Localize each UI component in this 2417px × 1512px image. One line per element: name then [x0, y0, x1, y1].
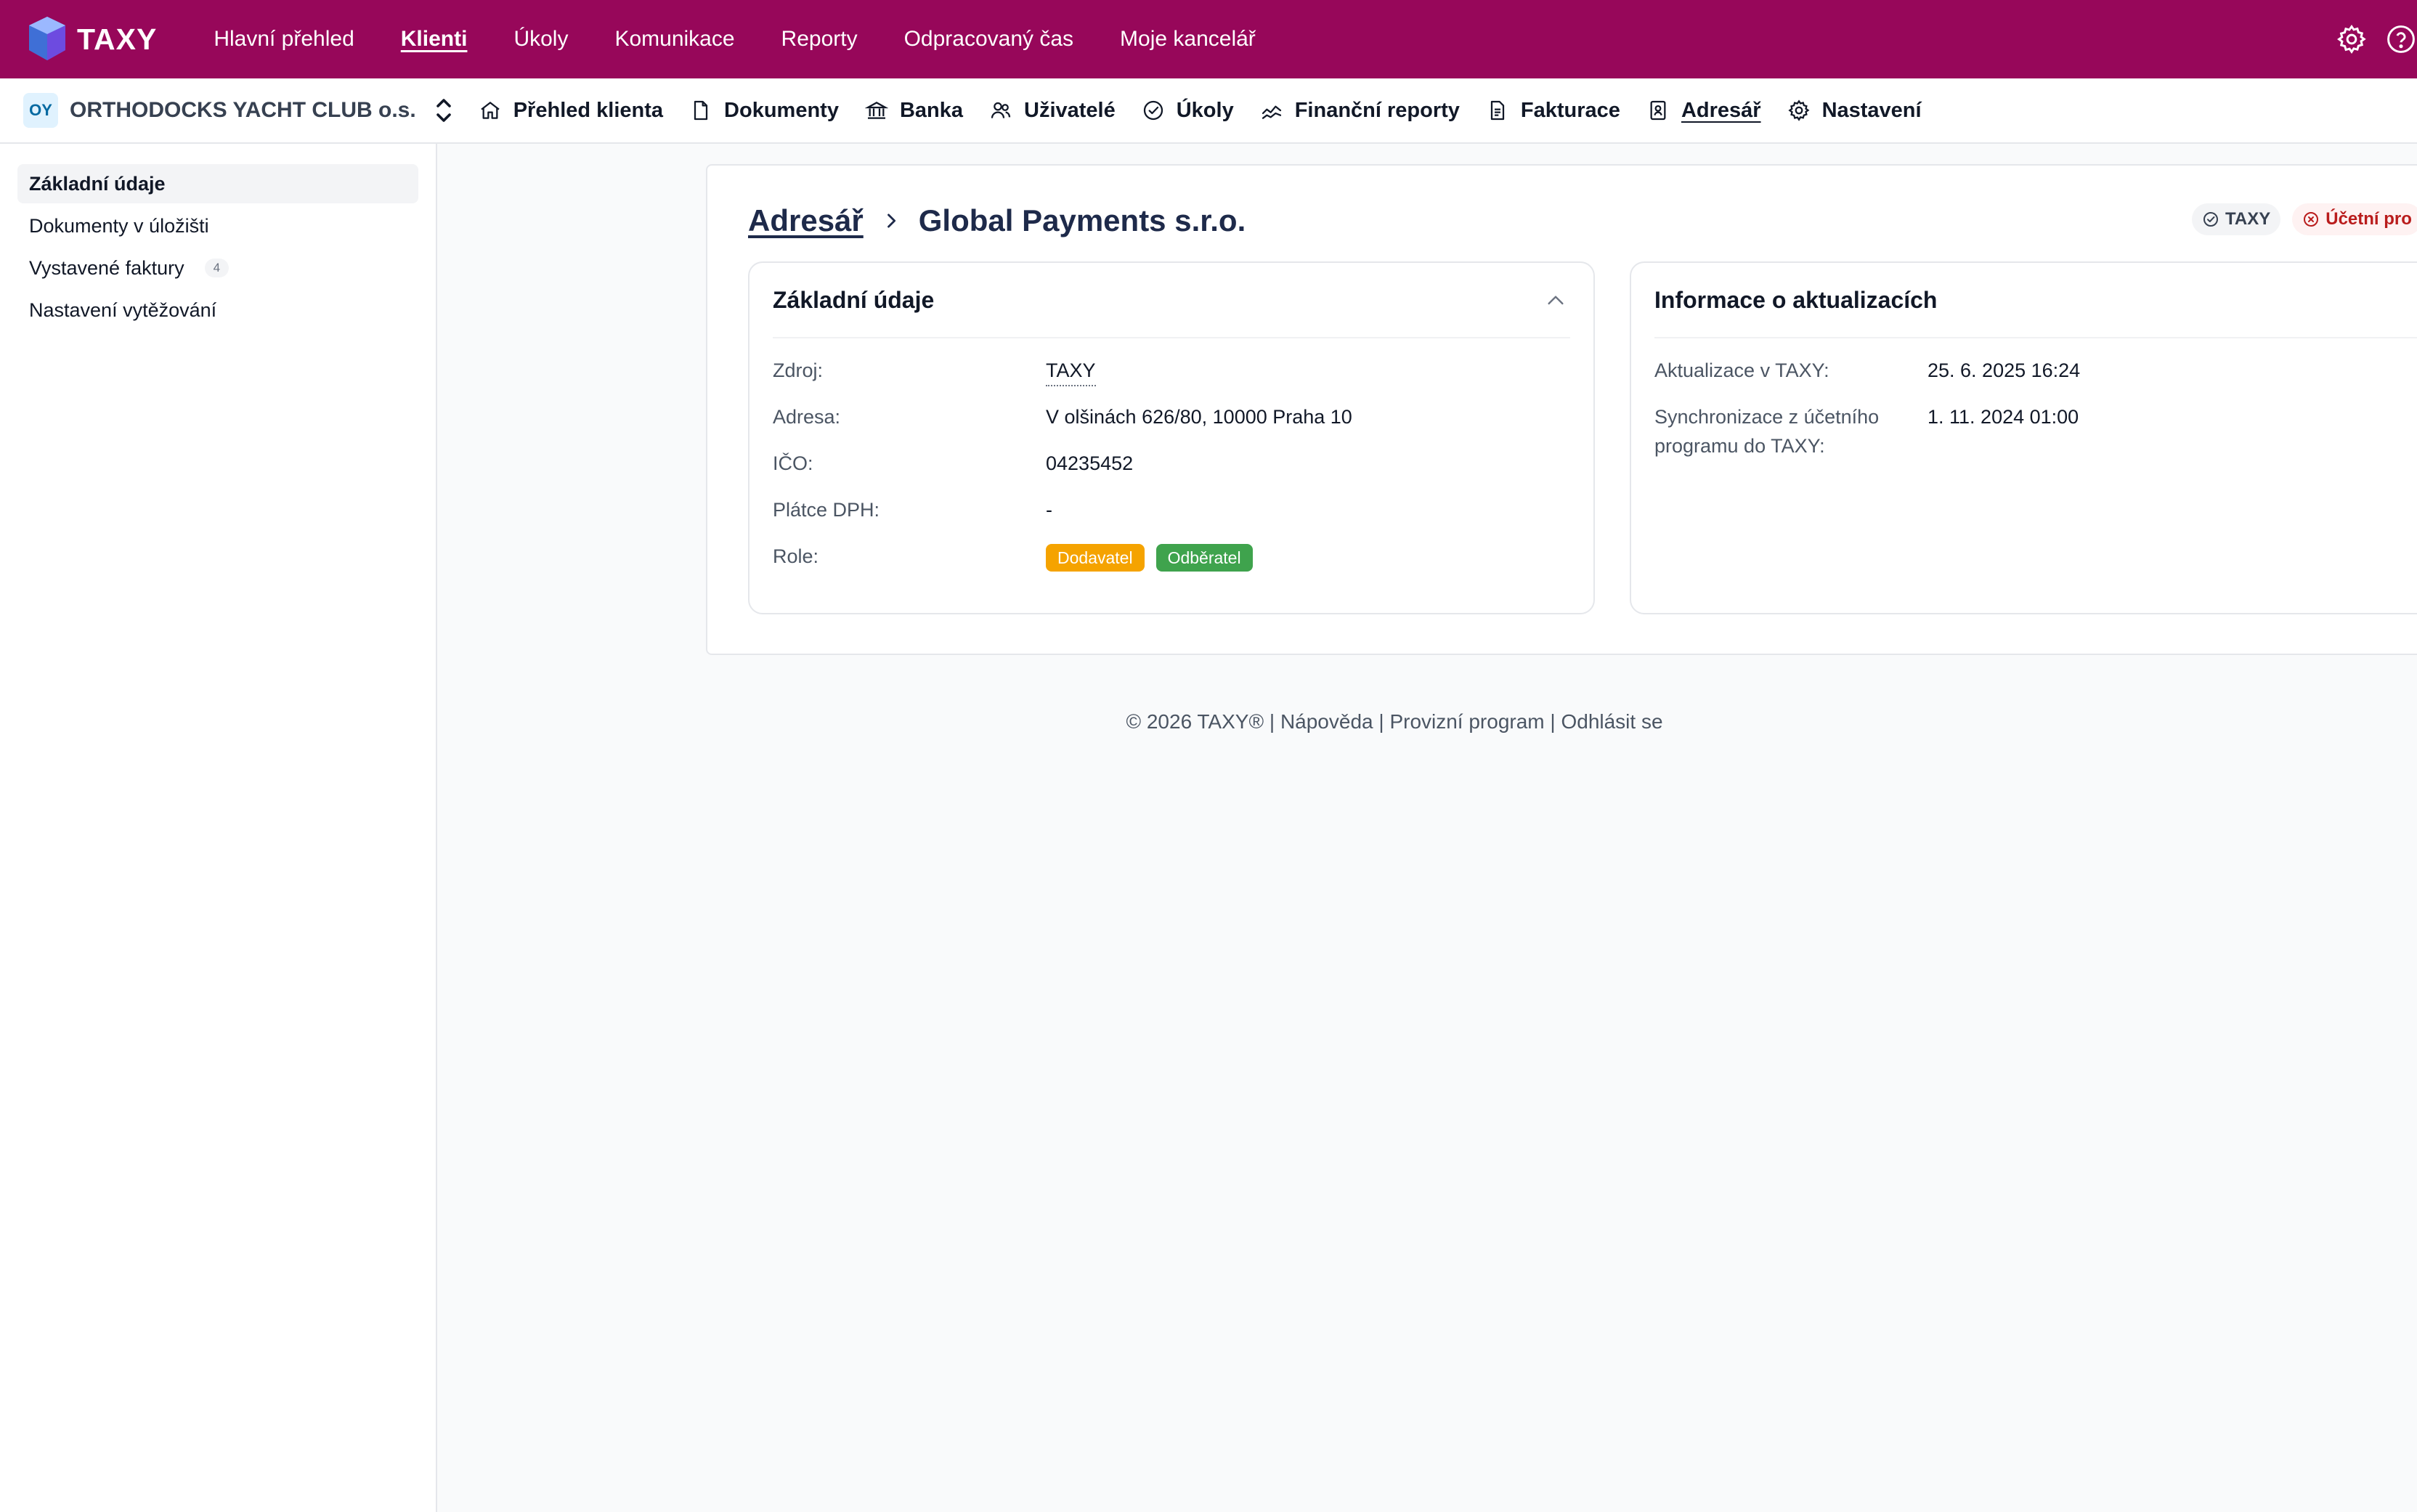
breadcrumb: Adresář Global Payments s.r.o. — [748, 200, 1246, 241]
contact-sidebar: Základní údaje Dokumenty v úložišti Vyst… — [0, 144, 437, 1512]
footer-separator: | — [1373, 710, 1390, 733]
brand-name: TAXY — [77, 22, 158, 56]
settings-gear-icon[interactable] — [2336, 23, 2368, 55]
taxy-logo-icon — [29, 17, 65, 60]
home-icon — [481, 102, 500, 119]
chevron-up-icon[interactable] — [1544, 289, 1567, 312]
sidebar-item-issued-invoices[interactable]: Vystavené faktury 4 — [17, 248, 418, 288]
client-navigation-bar: OY ORTHODOCKS YACHT CLUB o.s. Přehled kl… — [0, 78, 2417, 144]
issued-invoices-count-badge: 4 — [204, 259, 229, 277]
main-nav: Hlavní přehled Klienti Úkoly Komunikace … — [214, 0, 1302, 78]
update-info-panel: Informace o aktualizacích Aktualizace v … — [1630, 261, 2417, 614]
contact-book-icon — [1650, 100, 1666, 121]
chart-line-icon — [1262, 105, 1281, 119]
sync-value: 1. 11. 2024 01:00 — [1927, 406, 2079, 428]
main-nav-worked-time[interactable]: Odpracovaný čas — [904, 27, 1073, 52]
main-nav-tasks[interactable]: Úkoly — [513, 27, 568, 52]
footer-help-link[interactable]: Nápověda — [1280, 710, 1373, 733]
subnav-bank[interactable]: Banka — [864, 99, 963, 123]
footer-separator: | — [1544, 710, 1561, 733]
sync-status-badges: TAXY Účetní pro — [2192, 203, 2417, 235]
basic-info-panel: Základní údaje Zdroj: TAXY Adresa: V olš… — [748, 261, 1595, 614]
invoice-icon — [1490, 100, 1505, 121]
address-value: V olšinách 626/80, 10000 Praha 10 — [1046, 406, 1352, 428]
sidebar-item-stored-documents[interactable]: Dokumenty v úložišti — [17, 206, 418, 245]
subnav-users[interactable]: Uživatelé — [989, 99, 1116, 123]
subnav-financial-reports[interactable]: Finanční reporty — [1260, 99, 1460, 123]
role-tag-supplier: Dodavatel — [1046, 543, 1145, 572]
gear-icon — [1787, 99, 1810, 121]
source-value[interactable]: TAXY — [1046, 356, 1096, 386]
top-right-actions — [2318, 0, 2417, 78]
role-tags: Dodavatel Odběratel — [1046, 542, 1264, 572]
ico-value: 04235452 — [1046, 452, 1134, 474]
footer-logout-link[interactable]: Odhlásit se — [1561, 710, 1662, 733]
bank-icon — [864, 102, 888, 119]
x-circle-icon — [2304, 212, 2319, 227]
page-title: Global Payments s.r.o. — [918, 203, 1246, 237]
chevron-right-icon — [887, 214, 895, 228]
subnav-tasks[interactable]: Úkoly — [1142, 99, 1234, 123]
update-info-title: Informace o aktualizacích — [1654, 286, 1938, 313]
main-nav-dashboard[interactable]: Hlavní přehled — [214, 27, 354, 52]
taxy-update-value: 25. 6. 2025 16:24 — [1927, 359, 2081, 381]
main-nav-clients[interactable]: Klienti — [401, 27, 468, 52]
subnav-client-overview[interactable]: Přehled klienta — [479, 99, 663, 123]
vat-payer-value: - — [1046, 499, 1052, 521]
users-icon — [991, 102, 1011, 118]
brand[interactable]: TAXY — [26, 0, 157, 78]
basic-info-header: Základní údaje — [773, 263, 1570, 338]
chevron-up-down-icon — [436, 99, 451, 122]
update-info-header: Informace o aktualizacích — [1654, 263, 2417, 338]
subnav-invoicing[interactable]: Fakturace — [1486, 99, 1620, 123]
contact-detail-card: Adresář Global Payments s.r.o. TAXY Účet… — [706, 164, 2417, 655]
client-switcher[interactable]: OY ORTHODOCKS YACHT CLUB o.s. — [23, 78, 454, 143]
main-nav-reports[interactable]: Reporty — [781, 27, 858, 52]
sidebar-item-extraction-settings[interactable]: Nastavení vytěžování — [17, 290, 418, 330]
check-circle-icon — [1143, 100, 1163, 121]
footer-separator: | — [1264, 710, 1280, 733]
status-badge-accounting: Účetní pro — [2292, 203, 2417, 235]
subnav-address-book[interactable]: Adresář — [1646, 99, 1761, 123]
client-initials-badge: OY — [23, 93, 58, 128]
footer-copyright: © 2026 TAXY® — [1126, 710, 1264, 733]
breadcrumb-address-book-link[interactable]: Adresář — [748, 203, 864, 238]
client-name: ORTHODOCKS YACHT CLUB o.s. — [70, 98, 416, 122]
help-icon[interactable] — [2385, 23, 2417, 55]
main-nav-communication[interactable]: Komunikace — [614, 27, 734, 52]
check-circle-icon — [2203, 212, 2218, 227]
footer: © 2026 TAXY® | Nápověda | Provizní progr… — [944, 710, 1845, 733]
client-subnav: Přehled klienta Dokumenty Banka Uživatel… — [479, 78, 1948, 143]
sidebar-item-basic-info[interactable]: Základní údaje — [17, 164, 418, 203]
top-navigation-bar: TAXY Hlavní přehled Klienti Úkoly Komuni… — [0, 0, 2417, 78]
subnav-documents[interactable]: Dokumenty — [689, 99, 839, 123]
document-icon — [694, 100, 708, 121]
main-nav-my-office[interactable]: Moje kancelář — [1120, 27, 1256, 52]
status-badge-taxy: TAXY — [2192, 203, 2281, 235]
footer-commission-link[interactable]: Provizní program — [1389, 710, 1544, 733]
basic-info-title: Základní údaje — [773, 286, 935, 313]
role-tag-customer: Odběratel — [1155, 543, 1253, 572]
subnav-settings[interactable]: Nastavení — [1787, 99, 1922, 123]
